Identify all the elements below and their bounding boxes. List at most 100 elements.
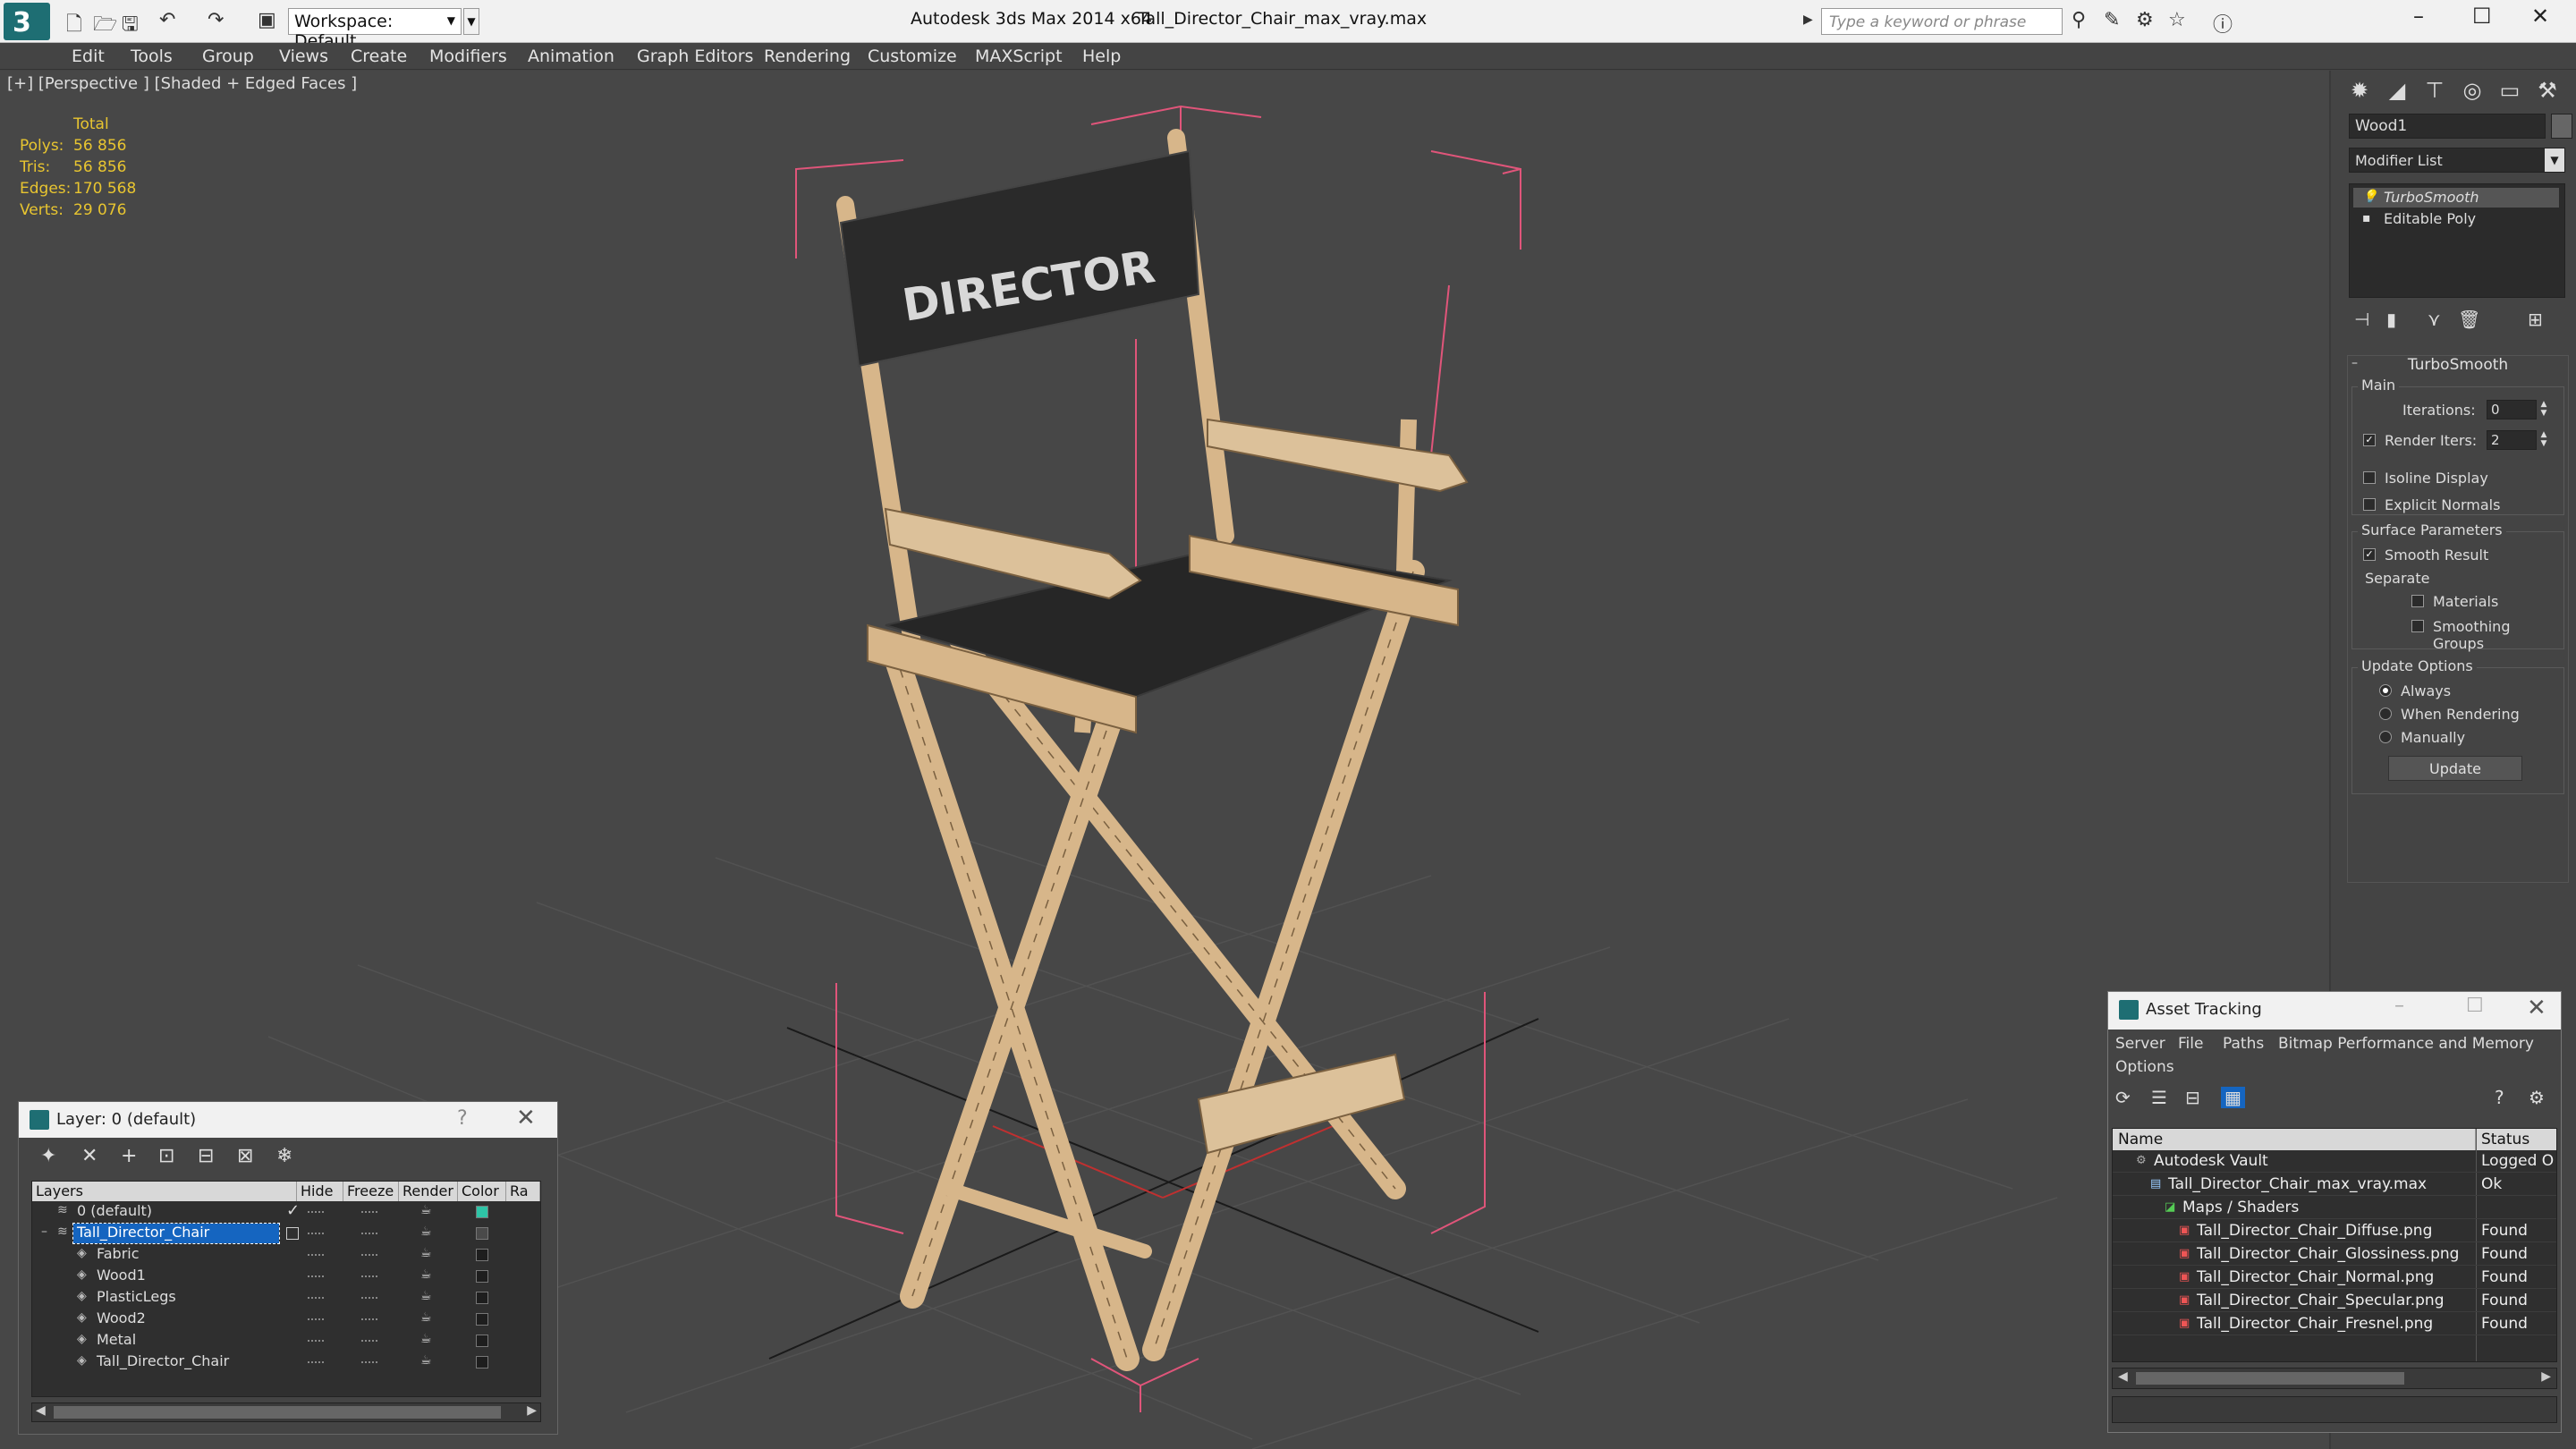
menu-group[interactable]: Group bbox=[202, 47, 254, 66]
always-radio[interactable] bbox=[2379, 684, 2392, 697]
object-color-swatch[interactable] bbox=[476, 1249, 488, 1261]
asset-menu-server[interactable]: Server bbox=[2115, 1035, 2165, 1053]
freeze-toggle[interactable] bbox=[361, 1361, 377, 1363]
hide-toggle[interactable] bbox=[308, 1361, 324, 1363]
hierarchy-tab-icon[interactable]: ⊤ bbox=[2419, 78, 2451, 108]
menu-animation[interactable]: Animation bbox=[528, 47, 614, 66]
layer-row[interactable]: – ≋ Tall_Director_Chair ☕ bbox=[32, 1223, 540, 1244]
freeze-all-icon[interactable]: ❄ bbox=[276, 1145, 292, 1167]
object-row[interactable]: ◈ PlasticLegs ☕ bbox=[32, 1287, 540, 1309]
configure-sets-icon[interactable]: ⊞ bbox=[2528, 309, 2543, 330]
hide-toggle[interactable] bbox=[308, 1318, 324, 1320]
asset-row[interactable]: ▣ Tall_Director_Chair_Specular.png Found bbox=[2113, 1290, 2556, 1312]
freeze-toggle[interactable] bbox=[361, 1254, 377, 1256]
menu-rendering[interactable]: Rendering bbox=[764, 47, 851, 66]
col-layers[interactable]: Layers bbox=[32, 1182, 297, 1201]
table-view-icon[interactable]: ▦ bbox=[2221, 1087, 2245, 1108]
scroll-right-icon[interactable]: ▶ bbox=[2541, 1369, 2551, 1384]
update-button[interactable]: Update bbox=[2388, 756, 2522, 781]
stack-item-editable-poly[interactable]: ▪ Editable Poly bbox=[2353, 209, 2559, 229]
col-status[interactable]: Status bbox=[2476, 1129, 2556, 1150]
menu-maxscript[interactable]: MAXScript bbox=[975, 47, 1063, 66]
smoothing-groups-checkbox[interactable] bbox=[2411, 620, 2424, 632]
remove-modifier-icon[interactable]: 🗑 bbox=[2458, 309, 2480, 330]
menu-views[interactable]: Views bbox=[279, 47, 328, 66]
show-end-result-icon[interactable]: ▮ bbox=[2386, 309, 2396, 330]
subscription-icon[interactable]: ⚙ bbox=[2136, 9, 2154, 31]
help-icon[interactable]: ⓘ bbox=[2213, 9, 2233, 38]
scroll-right-icon[interactable]: ▶ bbox=[527, 1403, 537, 1418]
menu-graph-editors[interactable]: Graph Editors bbox=[637, 47, 753, 66]
project-folder-icon[interactable]: ▣ bbox=[258, 9, 276, 31]
object-name-field[interactable]: Wood1 bbox=[2349, 114, 2546, 139]
isoline-display-checkbox[interactable] bbox=[2363, 471, 2376, 484]
iterations-spinner[interactable]: 0 bbox=[2487, 400, 2537, 419]
maximize-icon[interactable]: ☐ bbox=[2466, 995, 2484, 1017]
layer-row[interactable]: ≋ 0 (default) ✓ ☕ bbox=[32, 1201, 540, 1223]
new-file-icon[interactable]: 🗋 bbox=[66, 9, 82, 43]
object-color-swatch[interactable] bbox=[476, 1270, 488, 1283]
asset-horizontal-scrollbar[interactable]: ◀ ▶ bbox=[2112, 1368, 2557, 1389]
asset-row[interactable]: ◪ Maps / Shaders bbox=[2113, 1197, 2556, 1219]
menu-customize[interactable]: Customize bbox=[868, 47, 957, 66]
layer-color-swatch[interactable] bbox=[476, 1227, 488, 1240]
collapse-icon[interactable]: – bbox=[41, 1224, 47, 1239]
freeze-toggle[interactable] bbox=[361, 1275, 377, 1277]
select-objects-icon[interactable]: ⊡ bbox=[158, 1145, 174, 1167]
stack-item-turbosmooth[interactable]: 💡 TurboSmooth bbox=[2353, 188, 2559, 208]
manually-radio[interactable] bbox=[2379, 731, 2392, 743]
scroll-left-icon[interactable]: ◀ bbox=[36, 1403, 46, 1418]
layer-color-swatch[interactable] bbox=[476, 1206, 488, 1218]
modify-tab-icon[interactable]: ◢ bbox=[2381, 78, 2413, 108]
col-freeze[interactable]: Freeze bbox=[343, 1182, 399, 1201]
menu-help[interactable]: Help bbox=[1082, 47, 1121, 66]
materials-checkbox[interactable] bbox=[2411, 595, 2424, 607]
hide-toggle[interactable] bbox=[308, 1211, 324, 1213]
asset-menu-file[interactable]: File bbox=[2178, 1035, 2203, 1053]
hide-toggle[interactable] bbox=[308, 1233, 324, 1234]
hide-toggle[interactable] bbox=[308, 1340, 324, 1342]
open-file-icon[interactable]: 🗁 bbox=[93, 9, 117, 43]
object-row[interactable]: ◈ Tall_Director_Chair ☕ bbox=[32, 1352, 540, 1373]
freeze-toggle[interactable] bbox=[361, 1297, 377, 1299]
lightbulb-icon[interactable]: 💡 bbox=[2362, 190, 2377, 204]
refresh-icon[interactable]: ⟳ bbox=[2115, 1087, 2131, 1108]
object-color-swatch[interactable] bbox=[476, 1292, 488, 1304]
object-row[interactable]: ◈ Metal ☕ bbox=[32, 1330, 540, 1352]
create-tab-icon[interactable]: ✹ bbox=[2343, 78, 2376, 108]
viewport-label[interactable]: [+] [Perspective ] [Shaded + Edged Faces… bbox=[7, 74, 357, 93]
render-teapot-icon[interactable]: ☕ bbox=[420, 1289, 432, 1303]
create-layer-icon[interactable]: ✦ bbox=[40, 1145, 56, 1167]
app-logo-icon[interactable]: 3 bbox=[4, 3, 50, 40]
highlight-layer-icon[interactable]: ⊟ bbox=[198, 1145, 214, 1167]
object-row[interactable]: ◈ Wood2 ☕ bbox=[32, 1309, 540, 1330]
asset-row[interactable]: ⚙ Autodesk Vault Logged O bbox=[2113, 1150, 2556, 1173]
menu-modifiers[interactable]: Modifiers bbox=[429, 47, 507, 66]
add-to-layer-icon[interactable]: + bbox=[121, 1145, 137, 1167]
hide-toggle[interactable] bbox=[308, 1275, 324, 1277]
redo-icon[interactable]: ↷ bbox=[208, 9, 224, 31]
spinner-arrows-icon[interactable]: ▲ ▼ bbox=[2538, 400, 2549, 419]
help-question-button[interactable]: ? bbox=[457, 1107, 468, 1130]
smooth-result-checkbox[interactable]: ✓ bbox=[2363, 548, 2376, 561]
asset-menu-bitmap[interactable]: Bitmap Performance and Memory bbox=[2278, 1035, 2534, 1053]
freeze-toggle[interactable] bbox=[361, 1211, 377, 1213]
minimize-icon[interactable]: – bbox=[2413, 4, 2424, 29]
tree-view-icon[interactable]: ⊟ bbox=[2185, 1087, 2200, 1108]
asset-row[interactable]: ▣ Tall_Director_Chair_Normal.png Found bbox=[2113, 1267, 2556, 1289]
menu-create[interactable]: Create bbox=[351, 47, 407, 66]
undo-icon[interactable]: ↶ bbox=[159, 9, 175, 31]
close-icon[interactable]: ✕ bbox=[516, 1105, 536, 1131]
asset-row[interactable]: ▤ Tall_Director_Chair_max_vray.max Ok bbox=[2113, 1174, 2556, 1196]
utilities-tab-icon[interactable]: ⚒ bbox=[2531, 78, 2563, 108]
motion-tab-icon[interactable]: ◎ bbox=[2456, 78, 2488, 108]
render-teapot-icon[interactable]: ☕ bbox=[420, 1224, 432, 1239]
render-teapot-icon[interactable]: ☕ bbox=[420, 1246, 432, 1260]
make-unique-icon[interactable]: ⋎ bbox=[2428, 309, 2441, 330]
freeze-toggle[interactable] bbox=[361, 1340, 377, 1342]
render-iters-checkbox[interactable]: ✓ bbox=[2363, 434, 2376, 446]
rollout-collapse-icon[interactable]: – bbox=[2351, 356, 2358, 370]
search-expand-icon[interactable]: ▶ bbox=[1803, 13, 1813, 27]
scroll-left-icon[interactable]: ◀ bbox=[2118, 1369, 2128, 1384]
freeze-toggle[interactable] bbox=[361, 1233, 377, 1234]
